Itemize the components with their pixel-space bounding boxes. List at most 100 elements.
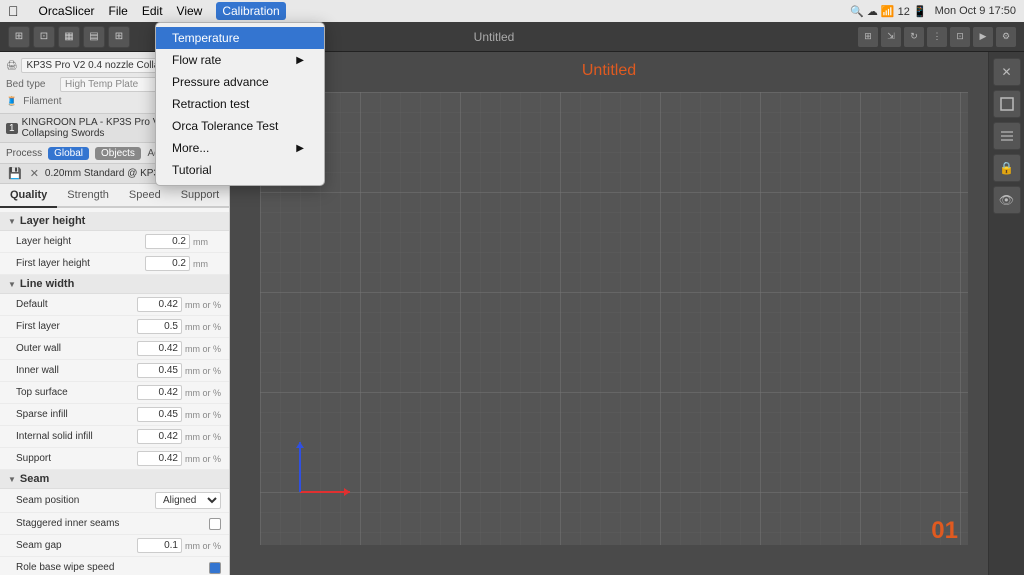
unit-first-layer: mm — [193, 259, 221, 269]
filament-icon: 🧵 — [6, 96, 17, 107]
right-btn-close[interactable]: ✕ — [993, 58, 1021, 86]
menu-edit[interactable]: Edit — [142, 4, 163, 18]
right-btn-frame[interactable] — [993, 90, 1021, 118]
unit-sparse-infill: mm or % — [185, 410, 221, 420]
input-sparse-infill[interactable] — [137, 407, 182, 422]
process-label: Process — [6, 148, 42, 159]
setting-first-layer-height: First layer height mm — [0, 253, 229, 275]
setting-top-surface: Top surface mm or % — [0, 382, 229, 404]
dropdown-orca-tolerance[interactable]: Orca Tolerance Test — [156, 115, 324, 137]
setting-outer-wall: Outer wall mm or % — [0, 338, 229, 360]
toolbar-btn-5[interactable]: ⊞ — [108, 26, 130, 48]
setting-name-first-layer: First layer height — [16, 258, 145, 269]
name-sparse-infill: Sparse infill — [16, 409, 137, 420]
input-inner-wall[interactable] — [137, 363, 182, 378]
menu-orcaslicer[interactable]: OrcaSlicer — [39, 4, 95, 18]
checkbox-role-base-wipe[interactable] — [209, 562, 221, 574]
dropdown-tutorial[interactable]: Tutorial — [156, 159, 324, 181]
name-inner-wall: Inner wall — [16, 365, 137, 376]
preset-save-icon[interactable]: 💾 — [6, 167, 24, 180]
setting-internal-solid: Internal solid infill mm or % — [0, 426, 229, 448]
tab-speed[interactable]: Speed — [119, 184, 171, 208]
viewport-label-01: 01 — [931, 517, 958, 545]
input-support-lw[interactable] — [137, 451, 182, 466]
section-title-line: Line width — [20, 278, 74, 290]
chevron-right-icon-2: ▶ — [296, 143, 304, 154]
settings-content: ▼ Layer height Layer height mm First lay… — [0, 208, 229, 575]
unit-layer-height: mm — [193, 237, 221, 247]
settings-tabs: Quality Strength Speed Support Others — [0, 184, 229, 208]
tab-strength[interactable]: Strength — [57, 184, 119, 208]
viewport[interactable]: Untitled — [230, 52, 988, 575]
input-default-lw[interactable] — [137, 297, 182, 312]
printer-icon: 🖨 — [6, 60, 17, 71]
section-layer-height[interactable]: ▼ Layer height — [0, 212, 229, 231]
input-outer-wall[interactable] — [137, 341, 182, 356]
toolbar-icon-arrange[interactable]: ⊞ — [858, 27, 878, 47]
input-first-layer-height[interactable] — [145, 256, 190, 271]
right-btn-layers[interactable] — [993, 122, 1021, 150]
section-seam[interactable]: ▼ Seam — [0, 470, 229, 489]
tab-quality[interactable]: Quality — [0, 184, 57, 208]
tab-support[interactable]: Support — [171, 184, 230, 208]
toolbar-icon-preview[interactable]: ▶ — [973, 27, 993, 47]
section-line-width[interactable]: ▼ Line width — [0, 275, 229, 294]
input-layer-height[interactable] — [145, 234, 190, 249]
calibration-dropdown: Temperature Flow rate ▶ Pressure advance… — [155, 22, 325, 186]
toolbar-icon-scale[interactable]: ⇲ — [881, 27, 901, 47]
unit-seam-gap: mm or % — [185, 541, 221, 551]
input-seam-gap[interactable] — [137, 538, 182, 553]
setting-role-base-wipe: Role base wipe speed — [0, 557, 229, 575]
input-internal-solid[interactable] — [137, 429, 182, 444]
section-icon-layer: ▼ — [8, 217, 16, 226]
input-top-surface[interactable] — [137, 385, 182, 400]
unit-internal-solid: mm or % — [185, 432, 221, 442]
apple-menu[interactable]:  — [8, 3, 19, 19]
setting-seam-gap: Seam gap mm or % — [0, 535, 229, 557]
menubar-right: 🔍 ☁ 📶 12 📱 Mon Oct 9 17:50 — [850, 5, 1016, 18]
menu-file[interactable]: File — [109, 4, 128, 18]
dropdown-retraction-test[interactable]: Retraction test — [156, 93, 324, 115]
dropdown-more[interactable]: More... ▶ — [156, 137, 324, 159]
name-internal-solid: Internal solid infill — [16, 431, 137, 442]
section-icon-seam: ▼ — [8, 475, 16, 484]
toolbar-icon-support[interactable]: ⋮ — [927, 27, 947, 47]
toolbar-icon-settings[interactable]: ⚙ — [996, 27, 1016, 47]
checkbox-staggered[interactable] — [209, 518, 221, 530]
section-icon-line: ▼ — [8, 280, 16, 289]
menu-calibration[interactable]: Calibration — [216, 2, 285, 20]
dropdown-pressure-advance[interactable]: Pressure advance — [156, 71, 324, 93]
tab-objects[interactable]: Objects — [95, 147, 141, 160]
toolbar-btn-2[interactable]: ⊡ — [33, 26, 55, 48]
viewport-title: Untitled — [582, 62, 636, 80]
name-seam-gap: Seam gap — [16, 540, 137, 551]
unit-support-lw: mm or % — [185, 454, 221, 464]
input-first-layer-lw[interactable] — [137, 319, 182, 334]
toolbar-btn-1[interactable]: ⊞ — [8, 26, 30, 48]
name-top-surface: Top surface — [16, 387, 137, 398]
dropdown-flow-rate[interactable]: Flow rate ▶ — [156, 49, 324, 71]
toolbar-btn-3[interactable]: ▦ — [58, 26, 80, 48]
dropdown-temperature[interactable]: Temperature — [156, 27, 324, 49]
setting-staggered: Staggered inner seams — [0, 513, 229, 535]
filament-label: Filament — [23, 96, 73, 107]
toolbar-icon-slice[interactable]: ⊡ — [950, 27, 970, 47]
select-seam-position[interactable]: Aligned Nearest Random — [155, 492, 221, 509]
toolbar-btn-4[interactable]: ▤ — [83, 26, 105, 48]
unit-first-layer-lw: mm or % — [185, 322, 221, 332]
name-role-base-wipe: Role base wipe speed — [16, 562, 209, 573]
right-btn-lock[interactable]: 🔒 — [993, 154, 1021, 182]
toolbar-left-icons: ⊞ ⊡ ▦ ▤ ⊞ — [8, 26, 130, 48]
unit-inner-wall: mm or % — [185, 366, 221, 376]
right-toolbar: ✕ 🔒 👁 — [988, 52, 1024, 575]
profile-number: 1 — [6, 123, 18, 134]
preset-close-icon[interactable]: ✕ — [28, 167, 41, 180]
app-content: ⊞ ⊡ ▦ ▤ ⊞ Untitled ⊞ ⇲ ↻ ⋮ ⊡ ▶ ⚙ 🖨 KP3S … — [0, 22, 1024, 575]
app-toolbar: ⊞ ⊡ ▦ ▤ ⊞ Untitled ⊞ ⇲ ↻ ⋮ ⊡ ▶ ⚙ — [0, 22, 1024, 52]
menu-view[interactable]: View — [177, 4, 203, 18]
setting-default-lw: Default mm or % — [0, 294, 229, 316]
tab-global[interactable]: Global — [48, 147, 89, 160]
setting-sparse-infill: Sparse infill mm or % — [0, 404, 229, 426]
toolbar-icon-rotate[interactable]: ↻ — [904, 27, 924, 47]
right-btn-eye[interactable]: 👁 — [993, 186, 1021, 214]
